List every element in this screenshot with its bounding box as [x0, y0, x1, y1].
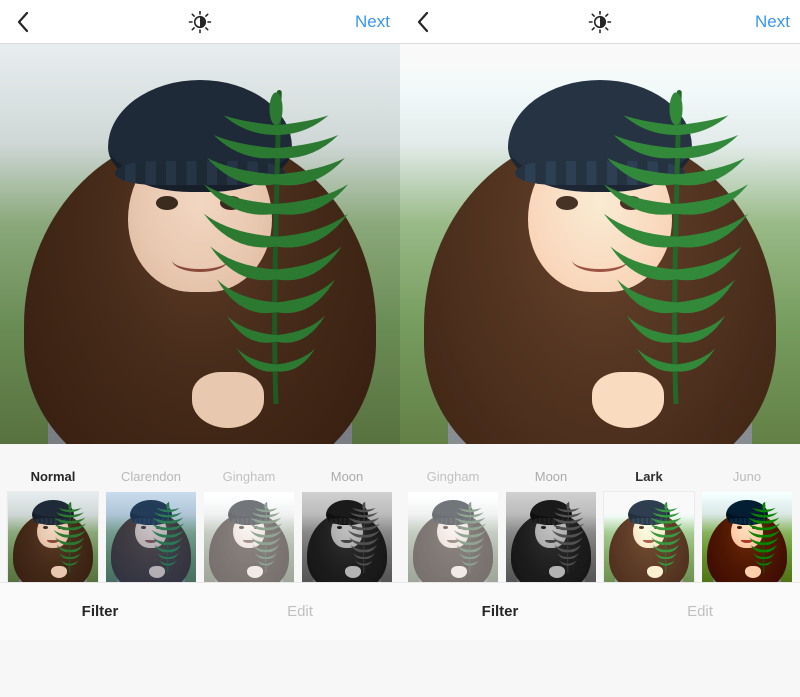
back-button[interactable]: [410, 9, 436, 35]
bottom-tabs: Filter Edit: [400, 582, 800, 640]
tab-filter[interactable]: Filter: [0, 583, 200, 640]
filter-label: Moon: [331, 466, 364, 486]
filter-label: Moon: [535, 466, 568, 486]
back-button[interactable]: [10, 9, 36, 35]
filter-screen-left: Next Normal Clarendon Gingham: [0, 0, 400, 697]
filter-label: Normal: [31, 466, 76, 486]
lux-icon[interactable]: [588, 10, 612, 34]
filter-thumbnail: [506, 492, 596, 582]
filter-screen-right: Next Gingham Moon Lark: [400, 0, 800, 697]
photo-preview[interactable]: [0, 44, 400, 444]
filter-option-moon[interactable]: Moon: [302, 466, 392, 582]
filter-label: Lark: [635, 466, 662, 486]
photo-preview[interactable]: [400, 44, 800, 444]
filter-thumbnail: [604, 492, 694, 582]
filter-option-gingham[interactable]: Gingham: [204, 466, 294, 582]
filter-strip-area: Gingham Moon Lark Juno Filte: [400, 444, 800, 697]
lux-icon[interactable]: [188, 10, 212, 34]
filter-option-gingham[interactable]: Gingham: [408, 466, 498, 582]
tab-edit[interactable]: Edit: [600, 583, 800, 640]
next-button[interactable]: Next: [755, 12, 790, 32]
bottom-tabs: Filter Edit: [0, 582, 400, 640]
tab-filter[interactable]: Filter: [400, 583, 600, 640]
filter-thumbnail: [106, 492, 196, 582]
filter-option-normal[interactable]: Normal: [8, 466, 98, 582]
next-button[interactable]: Next: [355, 12, 390, 32]
filter-label: Gingham: [223, 466, 276, 486]
top-bar: Next: [400, 0, 800, 44]
filter-label: Clarendon: [121, 466, 181, 486]
filter-strip[interactable]: Gingham Moon Lark Juno: [400, 444, 800, 582]
filter-thumbnail: [302, 492, 392, 582]
filter-option-clarendon[interactable]: Clarendon: [106, 466, 196, 582]
filter-thumbnail: [204, 492, 294, 582]
filter-thumbnail: [702, 492, 792, 582]
filter-thumbnail: [408, 492, 498, 582]
filter-thumbnail: [8, 492, 98, 582]
filter-label: Gingham: [427, 466, 480, 486]
filter-strip[interactable]: Normal Clarendon Gingham Moon: [0, 444, 400, 582]
filter-option-lark[interactable]: Lark: [604, 466, 694, 582]
top-bar: Next: [0, 0, 400, 44]
filter-strip-area: Normal Clarendon Gingham Moon: [0, 444, 400, 697]
filter-label: Juno: [733, 466, 761, 486]
tab-edit[interactable]: Edit: [200, 583, 400, 640]
filter-option-moon[interactable]: Moon: [506, 466, 596, 582]
filter-option-juno[interactable]: Juno: [702, 466, 792, 582]
